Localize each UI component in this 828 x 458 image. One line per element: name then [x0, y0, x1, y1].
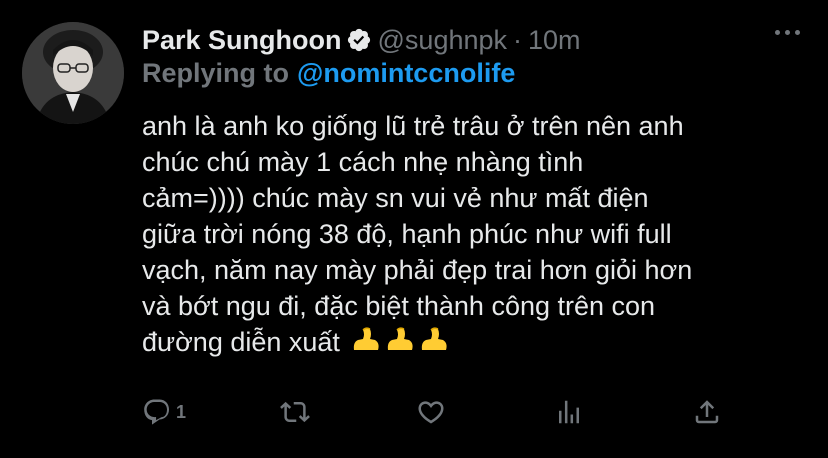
tweet: Park Sunghoon @sughnpk · 10m Replying to…	[0, 0, 828, 458]
flexed-biceps-icon	[351, 326, 381, 354]
avatar-image	[22, 22, 124, 124]
more-options-icon[interactable]	[775, 30, 800, 35]
heart-icon	[416, 397, 446, 427]
share-button[interactable]	[692, 392, 722, 432]
verified-badge-icon	[346, 27, 372, 53]
analytics-button[interactable]	[554, 392, 584, 432]
display-name[interactable]: Park Sunghoon	[142, 25, 342, 56]
replying-to-label: Replying to	[142, 58, 289, 88]
replying-to: Replying to @nomintccnolife	[142, 58, 515, 89]
reply-to-handle-link[interactable]: @nomintccnolife	[297, 58, 515, 88]
like-button[interactable]	[416, 392, 446, 432]
reply-count: 1	[176, 401, 187, 422]
tweet-text-content: anh là anh ko giống lũ trẻ trâu ở trên n…	[142, 111, 693, 357]
retweet-icon	[280, 397, 310, 427]
reply-button[interactable]: 1	[142, 392, 186, 432]
tweet-text: anh là anh ko giống lũ trẻ trâu ở trên n…	[142, 108, 802, 360]
avatar[interactable]	[22, 22, 124, 124]
tweet-header: Park Sunghoon @sughnpk · 10m	[142, 22, 581, 58]
reply-icon	[142, 397, 172, 427]
tweet-actions: 1	[142, 392, 742, 432]
separator-dot: ·	[513, 24, 523, 55]
retweet-button[interactable]	[280, 392, 310, 432]
timestamp[interactable]: 10m	[528, 25, 581, 56]
flexed-biceps-icon	[385, 326, 415, 354]
flexed-biceps-icon	[419, 326, 449, 354]
analytics-icon	[554, 397, 584, 427]
handle[interactable]: @sughnpk	[378, 25, 508, 56]
share-icon	[692, 397, 722, 427]
